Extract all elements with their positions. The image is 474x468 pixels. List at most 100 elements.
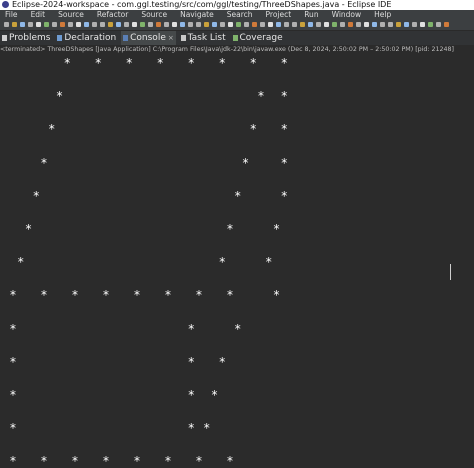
toolbar-button-icon[interactable] <box>412 22 417 27</box>
toolbar-button-icon[interactable] <box>380 22 385 27</box>
toolbar-button-icon[interactable] <box>324 22 329 27</box>
toolbar-button-icon[interactable] <box>36 22 41 27</box>
toolbar-button-icon[interactable] <box>284 22 289 27</box>
console-star: * <box>63 56 71 70</box>
toolbar-button-icon[interactable] <box>140 22 145 27</box>
toolbar-button-icon[interactable] <box>364 22 369 27</box>
toolbar-button-icon[interactable] <box>68 22 73 27</box>
toolbar-button-icon[interactable] <box>316 22 321 27</box>
toolbar-button-icon[interactable] <box>116 22 121 27</box>
console-star: * <box>272 288 281 303</box>
menu-file[interactable]: File <box>5 10 18 20</box>
toolbar-button-icon[interactable] <box>76 22 81 27</box>
menu-navigate[interactable]: Navigate <box>180 10 214 20</box>
menu-window[interactable]: Window <box>332 10 362 20</box>
toolbar-button-icon[interactable] <box>236 22 241 27</box>
toolbar-button-icon[interactable] <box>428 22 433 27</box>
tab-console[interactable]: Console × <box>121 31 176 45</box>
tab-console-label: Console <box>130 33 166 43</box>
console-output[interactable]: * * * * * * * * * * * * * * * * * * * * * * * * * * * * * * * * * * * * * * * *… <box>0 54 474 467</box>
toolbar-button-icon[interactable] <box>100 22 105 27</box>
console-star: * <box>9 421 17 436</box>
console-star: * <box>9 388 17 402</box>
toolbar-button-icon[interactable] <box>348 22 353 27</box>
toolbar-button-icon[interactable] <box>4 22 9 27</box>
console-star: * <box>218 255 226 270</box>
tab-coverage[interactable]: Coverage <box>231 31 285 45</box>
console-star: * <box>164 454 172 468</box>
toolbar-button-icon[interactable] <box>436 22 441 27</box>
toolbar-button-icon[interactable] <box>276 22 281 27</box>
toolbar-button-icon[interactable] <box>260 22 265 27</box>
console-star: * <box>156 56 164 70</box>
console-star: * <box>187 56 195 70</box>
tab-problems[interactable]: Problems <box>0 31 52 45</box>
toolbar-button-icon[interactable] <box>332 22 337 27</box>
menu-source[interactable]: Source <box>58 10 84 20</box>
menu-search[interactable]: Search <box>227 10 253 20</box>
toolbar-button-icon[interactable] <box>300 22 305 27</box>
menu-project[interactable]: Project <box>266 10 292 20</box>
tab-coverage-label: Coverage <box>239 33 283 43</box>
toolbar-button-icon[interactable] <box>108 22 113 27</box>
toolbar-button-icon[interactable] <box>196 22 201 27</box>
eclipse-logo-icon <box>2 1 9 8</box>
menu-run[interactable]: Run <box>304 10 318 20</box>
toolbar-button-icon[interactable] <box>444 22 449 27</box>
toolbar-button-icon[interactable] <box>132 22 137 27</box>
toolbar-button-icon[interactable] <box>164 22 169 27</box>
menu-refactor[interactable]: Refactor <box>97 10 128 20</box>
toolbar-button-icon[interactable] <box>44 22 49 27</box>
toolbar-button-icon[interactable] <box>268 22 273 27</box>
toolbar-button-icon[interactable] <box>308 22 313 27</box>
toolbar-button-icon[interactable] <box>124 22 129 27</box>
toolbar-button-icon[interactable] <box>92 22 97 27</box>
console-star: * <box>9 321 17 336</box>
toolbar-button-icon[interactable] <box>148 22 153 27</box>
console-star: * <box>164 288 172 303</box>
toolbar-button-icon[interactable] <box>180 22 185 27</box>
menu-edit[interactable]: Edit <box>31 10 46 20</box>
toolbar-button-icon[interactable] <box>244 22 249 27</box>
console-star: * <box>195 288 203 303</box>
close-icon[interactable]: × <box>168 34 174 42</box>
toolbar-button-icon[interactable] <box>396 22 401 27</box>
console-star: * <box>125 56 133 70</box>
toolbar-button-icon[interactable] <box>292 22 297 27</box>
console-star: * <box>280 188 288 203</box>
console-star: * <box>40 454 48 468</box>
toolbar-button-icon[interactable] <box>388 22 393 27</box>
toolbar-button-icon[interactable] <box>52 22 57 27</box>
tab-declaration[interactable]: Declaration <box>55 31 118 45</box>
console-star: * <box>218 56 226 70</box>
console-star: * <box>102 454 110 468</box>
toolbar-button-icon[interactable] <box>212 22 217 27</box>
console-star: * <box>9 354 17 369</box>
toolbar-button-icon[interactable] <box>20 22 25 27</box>
console-star: * <box>241 155 250 170</box>
toolbar-button-icon[interactable] <box>356 22 361 27</box>
menu-help[interactable]: Help <box>374 10 391 20</box>
toolbar-button-icon[interactable] <box>60 22 65 27</box>
toolbar-button-icon[interactable] <box>372 22 377 27</box>
toolbar-button-icon[interactable] <box>420 22 425 27</box>
tab-task-list[interactable]: Task List <box>179 31 228 45</box>
toolbar-button-icon[interactable] <box>188 22 193 27</box>
console-star: * <box>133 288 141 303</box>
toolbar-button-icon[interactable] <box>220 22 225 27</box>
toolbar-button-icon[interactable] <box>28 22 33 27</box>
console-star: * <box>280 122 288 137</box>
toolbar-button-icon[interactable] <box>84 22 89 27</box>
toolbar-button-icon[interactable] <box>12 22 17 27</box>
menu-source-2[interactable]: Source <box>141 10 167 20</box>
toolbar-button-icon[interactable] <box>228 22 233 27</box>
toolbar-button-icon[interactable] <box>156 22 161 27</box>
toolbar-button-icon[interactable] <box>204 22 209 27</box>
console-star: * <box>234 188 242 203</box>
toolbar-button-icon[interactable] <box>340 22 345 27</box>
console-star: * <box>195 454 203 468</box>
console-star: * <box>40 288 48 303</box>
toolbar-button-icon[interactable] <box>252 22 257 27</box>
toolbar-button-icon[interactable] <box>404 22 409 27</box>
toolbar-button-icon[interactable] <box>172 22 177 27</box>
